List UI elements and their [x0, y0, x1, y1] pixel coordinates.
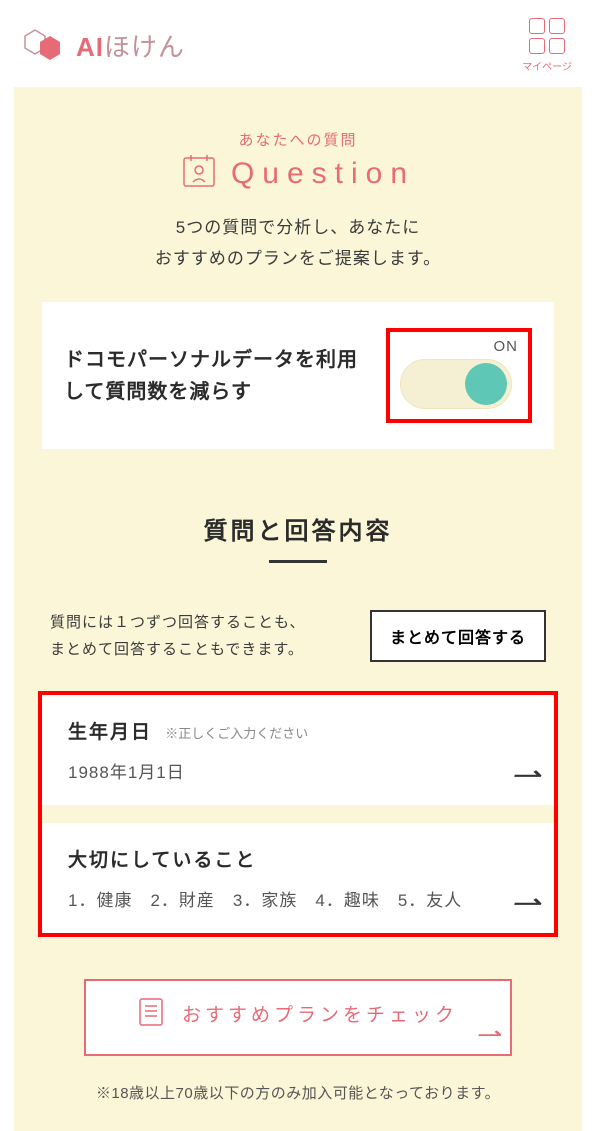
qa-value: 1988年1月1日	[68, 758, 528, 783]
mypage-button[interactable]: マイページ	[522, 18, 572, 73]
question-title: Question	[231, 157, 415, 191]
qa-title: 大切にしていること	[68, 845, 528, 872]
qa-title: 生年月日 ※正しくご入力ください	[68, 717, 528, 744]
arrow-right-icon: ⇀	[510, 888, 541, 919]
answers-section-title: 質問と回答内容	[14, 511, 582, 546]
logo-text: AIほけん	[76, 27, 185, 64]
check-plan-button[interactable]: おすすめプランをチェック ⇀	[84, 979, 512, 1056]
toggle-knob	[465, 363, 507, 405]
qa-card-priorities[interactable]: 大切にしていること 1．健康 2．財産 3．家族 4．趣味 5．友人 ⇀	[42, 823, 554, 933]
main-panel: あなたへの質問 Question 5つの質問で分析し、あなたに おすすめのプラン…	[14, 87, 582, 1131]
answers-intro-text: 質問には１つずつ回答することも、 まとめて回答することもできます。	[50, 609, 306, 663]
qa-value: 1．健康 2．財産 3．家族 4．趣味 5．友人	[68, 886, 528, 911]
toggle-label: ドコモパーソナルデータを利用して質問数を減らす	[64, 344, 370, 408]
question-card-icon	[181, 152, 217, 195]
toggle-state-label: ON	[400, 338, 518, 355]
logo-hexagon-icon	[24, 29, 68, 63]
logo[interactable]: AIほけん	[24, 27, 185, 64]
app-header: AIほけん マイページ	[0, 0, 596, 87]
question-header: あなたへの質問 Question	[14, 129, 582, 195]
arrow-right-icon: ⇀	[510, 760, 541, 791]
question-subtitle: 5つの質問で分析し、あなたに おすすめのプランをご提案します。	[14, 213, 582, 274]
cta-wrap: おすすめプランをチェック ⇀	[84, 979, 512, 1056]
toggle-highlight-box: ON	[386, 328, 532, 423]
mypage-label: マイページ	[522, 58, 572, 73]
arrow-right-icon: ⇀	[474, 1022, 500, 1048]
question-mini-title: あなたへの質問	[14, 129, 582, 150]
age-footnote: ※18歳以上70歳以下の方のみ加入可能となっております。	[14, 1082, 582, 1103]
personal-data-toggle-card: ドコモパーソナルデータを利用して質問数を減らす ON	[42, 302, 554, 449]
grid-icon	[529, 18, 565, 54]
batch-answer-button[interactable]: まとめて回答する	[370, 610, 546, 662]
cta-label: おすすめプランをチェック	[182, 1000, 458, 1027]
qa-card-birthdate[interactable]: 生年月日 ※正しくご入力ください 1988年1月1日 ⇀	[42, 695, 554, 805]
divider-line	[269, 560, 327, 563]
toggle-switch[interactable]	[400, 359, 512, 409]
document-icon	[138, 997, 164, 1030]
answers-highlight-box: 生年月日 ※正しくご入力ください 1988年1月1日 ⇀ 大切にしていること 1…	[38, 691, 558, 937]
answers-intro-row: 質問には１つずつ回答することも、 まとめて回答することもできます。 まとめて回答…	[14, 609, 582, 663]
